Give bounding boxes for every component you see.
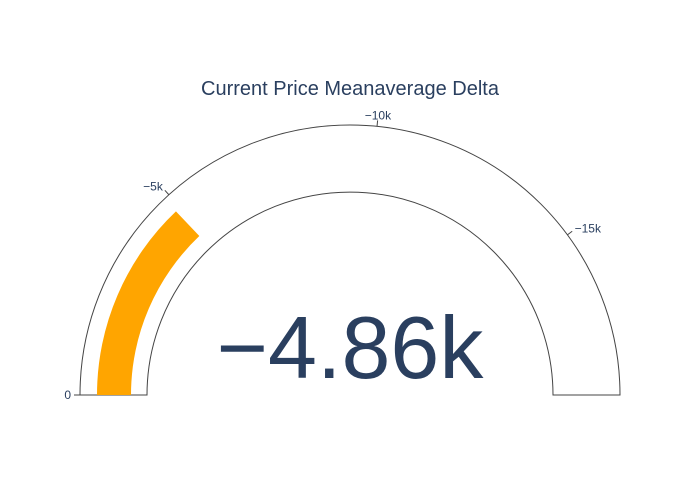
gauge-tick-mark: [164, 189, 170, 196]
gauge-value-label: −4.86k: [217, 298, 485, 397]
gauge-svg: Current Price Meanaverage Delta 0 −5k −10k…: [64, 78, 621, 402]
gauge-tick-label: −15k: [575, 221, 602, 235]
gauge-tick-label: −5k: [143, 180, 164, 194]
chart-title: Current Price Meanaverage Delta: [201, 78, 500, 100]
gauge-tick-label: 0: [64, 388, 71, 402]
gauge-tick-mark: [567, 230, 573, 236]
gauge-tick-label: −10k: [365, 108, 392, 122]
gauge-chart: Current Price Meanaverage Delta 0 −5k −10k…: [0, 0, 700, 500]
